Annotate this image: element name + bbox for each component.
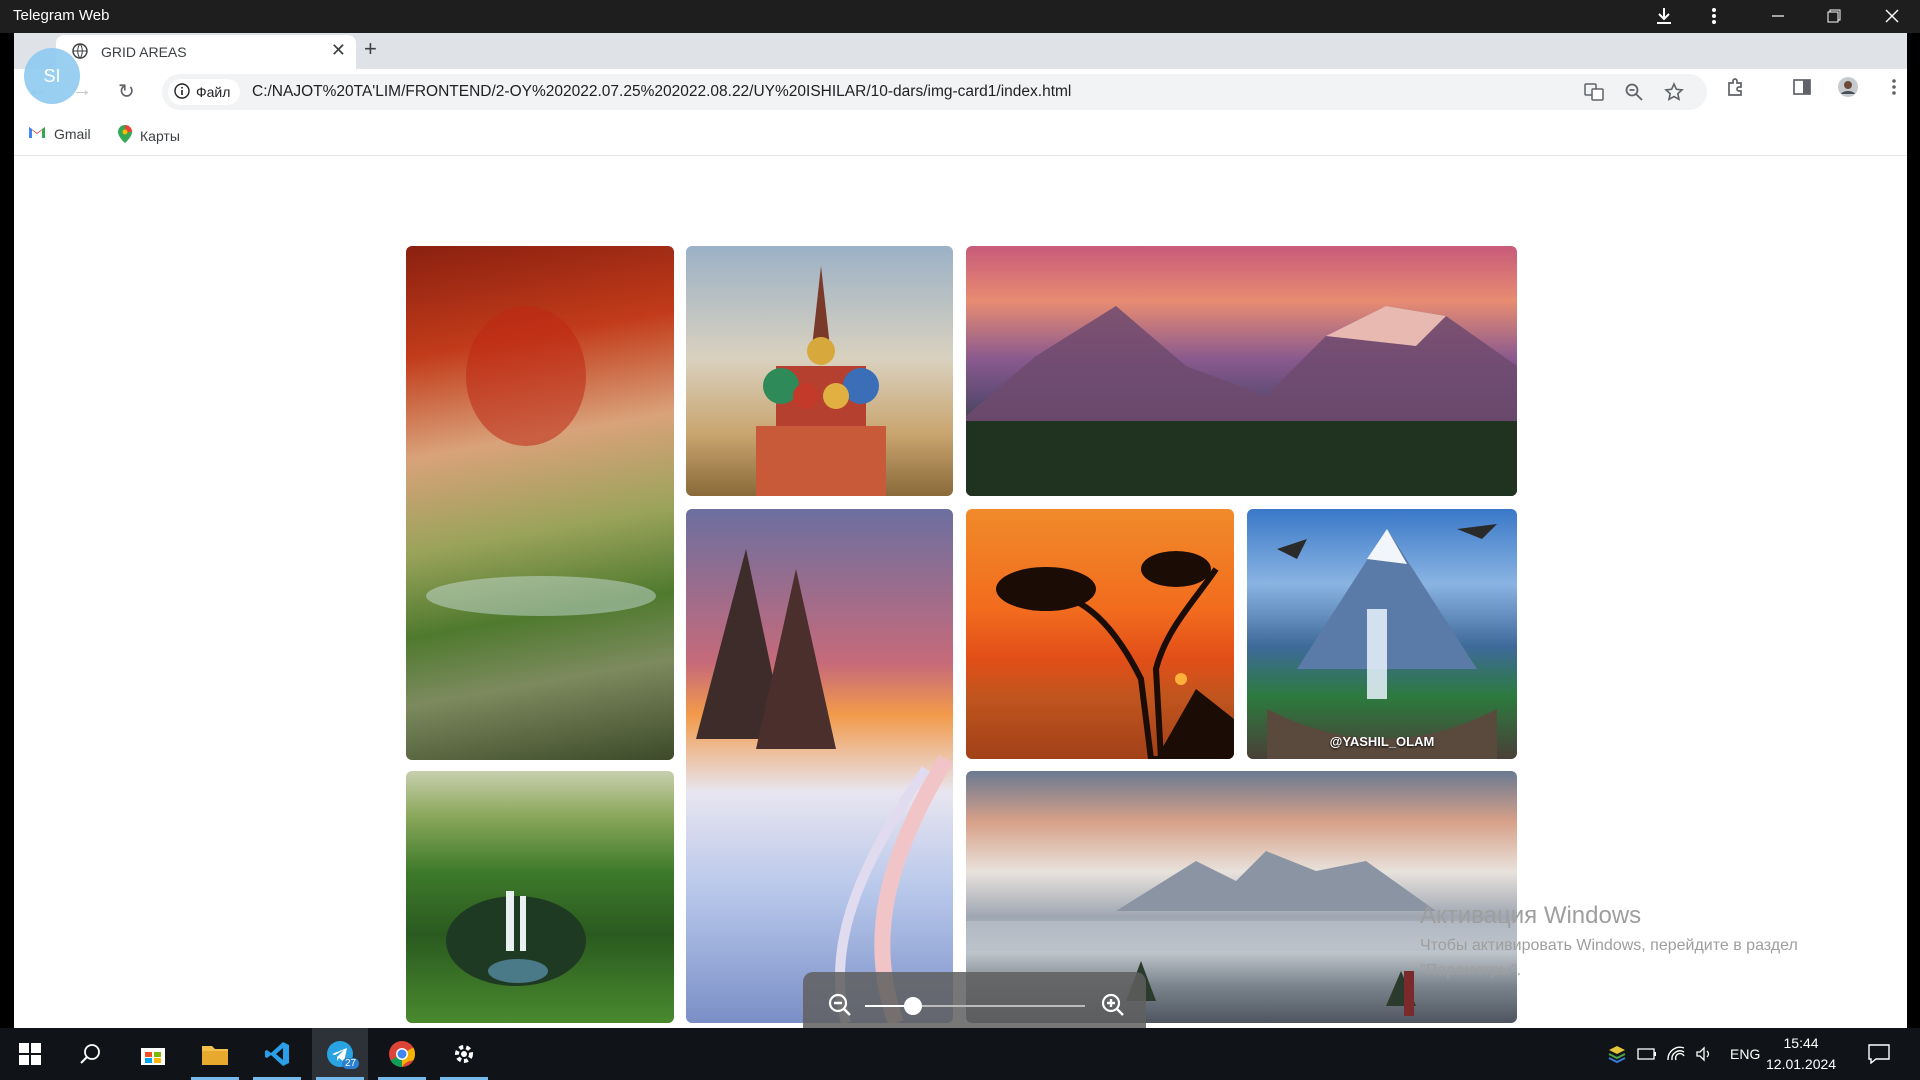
zoom-icon[interactable]	[1622, 81, 1646, 103]
zoom-out-icon[interactable]	[823, 988, 857, 1022]
tab-close-icon[interactable]: ✕	[331, 40, 346, 61]
telegram-badge: 27	[342, 1058, 360, 1069]
minimize-icon[interactable]	[1764, 4, 1792, 28]
bookmark-label: Gmail	[54, 125, 91, 142]
browser-window: SI GRID AREAS ✕ + ← → ↻ Файл C:/NAJOT%20…	[14, 33, 1907, 1028]
zoom-slider-track[interactable]	[865, 997, 1085, 1015]
tab-grid-areas[interactable]: GRID AREAS ✕	[56, 35, 356, 69]
browser-menu-icon[interactable]	[1882, 75, 1906, 99]
watermark-line2: "Параметры".	[1420, 962, 1522, 979]
bookmark-maps[interactable]: Карты	[118, 125, 180, 146]
bookmark-star-icon[interactable]	[1662, 81, 1686, 103]
file-explorer-icon[interactable]	[187, 1028, 243, 1080]
search-icon[interactable]	[62, 1028, 118, 1080]
input-language[interactable]: ENG	[1730, 1028, 1760, 1080]
clock-date: 12.01.2024	[1766, 1056, 1837, 1072]
taskbar: 27 ENG 15:44 12.01.2024	[0, 1028, 1920, 1080]
volume-icon[interactable]	[1695, 1028, 1715, 1080]
windows-activation-watermark: Активация Windows Чтобы активировать Win…	[1420, 902, 1798, 983]
wifi-icon[interactable]	[1666, 1028, 1686, 1080]
gallery-image-winter-sunset-trail	[686, 509, 953, 1023]
network-shield-icon[interactable]	[1607, 1028, 1627, 1080]
vscode-icon[interactable]	[249, 1028, 305, 1080]
clock-time: 15:44	[1783, 1035, 1819, 1051]
bookmark-label: Карты	[140, 127, 180, 144]
bookmarks-bar: Gmail Карты	[14, 115, 1907, 156]
new-tab-button[interactable]: +	[364, 36, 377, 62]
notifications-icon[interactable]	[1868, 1028, 1890, 1080]
page-content: @YASHIL_OLAM	[14, 156, 1907, 1028]
gallery-image-st-basils-cathedral	[686, 246, 953, 496]
more-menu-icon[interactable]	[1700, 4, 1728, 28]
account-avatar-icon[interactable]	[1836, 75, 1860, 99]
site-scheme-label: Файл	[196, 84, 231, 100]
gallery-image-orange-sunset-tree	[966, 509, 1234, 759]
restore-icon[interactable]	[1820, 4, 1848, 28]
system-clock[interactable]: 15:44 12.01.2024	[1766, 1033, 1836, 1075]
profile-avatar[interactable]: SI	[24, 48, 80, 104]
telegram-title-bar: Telegram Web	[0, 0, 1920, 33]
zoom-in-icon[interactable]	[1096, 988, 1130, 1022]
address-bar[interactable]: Файл C:/NAJOT%20TA'LIM/FRONTEND/2-OY%202…	[162, 74, 1707, 110]
zoom-controls	[803, 972, 1146, 1028]
url-text[interactable]: C:/NAJOT%20TA'LIM/FRONTEND/2-OY%202022.0…	[252, 83, 1071, 101]
gallery-image-autumn-forest-stream	[406, 246, 674, 760]
gallery-image-sunset-mountains	[966, 246, 1517, 496]
image-caption: @YASHIL_OLAM	[1329, 734, 1435, 749]
close-icon[interactable]	[1878, 4, 1906, 28]
tab-strip: GRID AREAS ✕ +	[14, 33, 1907, 69]
gallery-image-aerial-waterfall-jungle	[406, 771, 674, 1023]
windows-start-icon[interactable]	[2, 1028, 58, 1080]
extensions-icon[interactable]	[1724, 75, 1748, 99]
bookmark-gmail[interactable]: Gmail	[28, 125, 91, 142]
translate-icon[interactable]	[1582, 81, 1606, 103]
info-icon	[174, 82, 190, 102]
reload-icon[interactable]: ↻	[118, 79, 135, 104]
chrome-icon[interactable]	[374, 1028, 430, 1080]
browser-toolbar: ← → ↻ Файл C:/NAJOT%20TA'LIM/FRONTEND/2-…	[14, 69, 1907, 115]
battery-icon[interactable]	[1637, 1028, 1657, 1080]
site-info-chip[interactable]: Файл	[168, 79, 241, 105]
watermark-line1: Чтобы активировать Windows, перейдите в …	[1420, 937, 1798, 954]
telegram-title: Telegram Web	[13, 7, 110, 24]
store-icon[interactable]	[125, 1028, 181, 1080]
side-panel-icon[interactable]	[1790, 75, 1814, 99]
download-icon[interactable]	[1650, 4, 1678, 28]
gallery-image-mountain-waterfall-hands: @YASHIL_OLAM	[1247, 509, 1517, 759]
zoom-slider-thumb[interactable]	[904, 997, 923, 1015]
tab-title: GRID AREAS	[101, 44, 187, 60]
watermark-title: Активация Windows	[1420, 902, 1642, 929]
maps-pin-icon	[118, 125, 132, 146]
settings-icon[interactable]	[436, 1028, 492, 1080]
gmail-icon	[28, 125, 46, 142]
telegram-icon[interactable]: 27	[312, 1028, 368, 1080]
